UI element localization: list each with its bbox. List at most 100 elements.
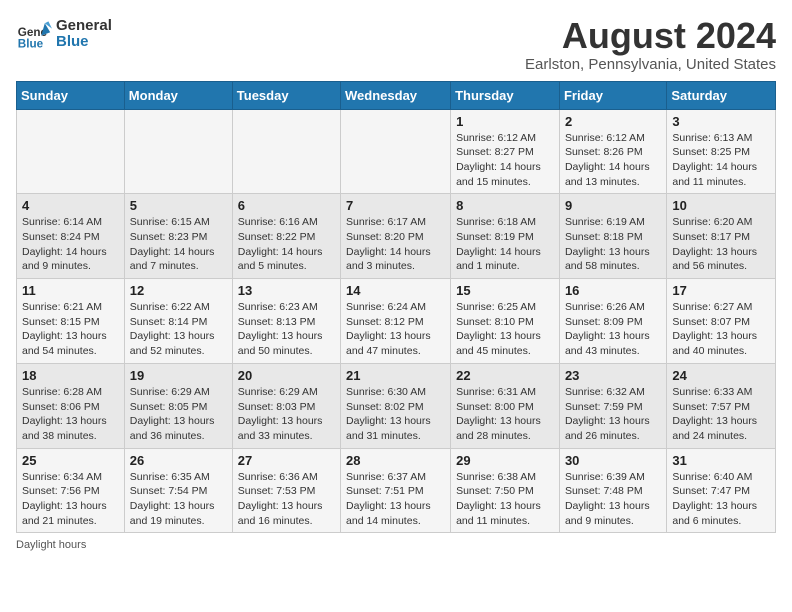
day-number: 27: [238, 453, 335, 468]
calendar-subtitle: Earlston, Pennsylvania, United States: [525, 56, 776, 73]
day-number: 12: [130, 283, 227, 298]
day-detail: Sunrise: 6:39 AM Sunset: 7:48 PM Dayligh…: [565, 470, 661, 529]
day-number: 30: [565, 453, 661, 468]
calendar-cell: 1Sunrise: 6:12 AM Sunset: 8:27 PM Daylig…: [451, 109, 560, 194]
calendar-cell: [232, 109, 340, 194]
day-number: 23: [565, 368, 661, 383]
day-number: 11: [22, 283, 119, 298]
calendar-cell: 18 Sunrise: 6:28 AM Sunset: 8:06 PM Dayli…: [17, 363, 125, 448]
day-number: 6: [238, 198, 335, 213]
calendar-cell: 14 Sunrise: 6:24 AM Sunset: 8:12 PM Dayli…: [341, 279, 451, 364]
day-detail: Sunrise: 6:22 AM Sunset: 8:14 PM Dayligh…: [130, 300, 227, 359]
day-number: 26: [130, 453, 227, 468]
logo-line2: Blue: [56, 34, 112, 51]
calendar-cell: 12 Sunrise: 6:22 AM Sunset: 8:14 PM Dayli…: [124, 279, 232, 364]
day-detail: Sunrise: 6:27 AM Sunset: 8:07 PM Dayligh…: [672, 300, 770, 359]
day-number: 13: [238, 283, 335, 298]
calendar-cell: 26Sunrise: 6:35 AM Sunset: 7:54 PM Dayli…: [124, 448, 232, 533]
day-detail: Sunrise: 6:30 AM Sunset: 8:02 PM Dayligh…: [346, 385, 445, 444]
day-detail: Sunrise: 6:36 AM Sunset: 7:53 PM Dayligh…: [238, 470, 335, 529]
calendar-cell: 4 Sunrise: 6:14 AM Sunset: 8:24 PM Daylig…: [17, 194, 125, 279]
calendar-cell: 6Sunrise: 6:16 AM Sunset: 8:22 PM Daylig…: [232, 194, 340, 279]
day-number: 31: [672, 453, 770, 468]
calendar-cell: 24Sunrise: 6:33 AM Sunset: 7:57 PM Dayli…: [667, 363, 776, 448]
day-number: 25: [22, 453, 119, 468]
calendar-cell: 20Sunrise: 6:29 AM Sunset: 8:03 PM Dayli…: [232, 363, 340, 448]
calendar-cell: 21 Sunrise: 6:30 AM Sunset: 8:02 PM Dayli…: [341, 363, 451, 448]
calendar-cell: 28 Sunrise: 6:37 AM Sunset: 7:51 PM Dayli…: [341, 448, 451, 533]
calendar-cell: 17 Sunrise: 6:27 AM Sunset: 8:07 PM Dayli…: [667, 279, 776, 364]
calendar-table: SundayMondayTuesdayWednesdayThursdayFrid…: [16, 81, 776, 534]
day-number: 19: [130, 368, 227, 383]
weekday-header-sunday: Sunday: [17, 81, 125, 109]
day-detail: Sunrise: 6:34 AM Sunset: 7:56 PM Dayligh…: [22, 470, 119, 529]
day-number: 4: [22, 198, 119, 213]
day-detail: Sunrise: 6:25 AM Sunset: 8:10 PM Dayligh…: [456, 300, 554, 359]
weekday-header-tuesday: Tuesday: [232, 81, 340, 109]
calendar-cell: 19 Sunrise: 6:29 AM Sunset: 8:05 PM Dayli…: [124, 363, 232, 448]
day-number: 7: [346, 198, 445, 213]
svg-text:Blue: Blue: [18, 38, 44, 51]
day-detail: Sunrise: 6:20 AM Sunset: 8:17 PM Dayligh…: [672, 215, 770, 274]
day-number: 15: [456, 283, 554, 298]
day-number: 8: [456, 198, 554, 213]
day-detail: Sunrise: 6:29 AM Sunset: 8:05 PM Dayligh…: [130, 385, 227, 444]
day-number: 20: [238, 368, 335, 383]
day-number: 21: [346, 368, 445, 383]
calendar-cell: 5 Sunrise: 6:15 AM Sunset: 8:23 PM Daylig…: [124, 194, 232, 279]
calendar-cell: [17, 109, 125, 194]
day-number: 10: [672, 198, 770, 213]
day-detail: Sunrise: 6:37 AM Sunset: 7:51 PM Dayligh…: [346, 470, 445, 529]
day-detail: Sunrise: 6:18 AM Sunset: 8:19 PM Dayligh…: [456, 215, 554, 274]
calendar-cell: 23 Sunrise: 6:32 AM Sunset: 7:59 PM Dayli…: [559, 363, 666, 448]
calendar-cell: [341, 109, 451, 194]
day-detail: Sunrise: 6:28 AM Sunset: 8:06 PM Dayligh…: [22, 385, 119, 444]
day-detail: Sunrise: 6:33 AM Sunset: 7:57 PM Dayligh…: [672, 385, 770, 444]
day-number: 18: [22, 368, 119, 383]
logo-line1: General: [56, 18, 112, 35]
calendar-cell: 22Sunrise: 6:31 AM Sunset: 8:00 PM Dayli…: [451, 363, 560, 448]
day-number: 29: [456, 453, 554, 468]
day-number: 3: [672, 114, 770, 129]
day-detail: Sunrise: 6:14 AM Sunset: 8:24 PM Dayligh…: [22, 215, 119, 274]
day-detail: Sunrise: 6:31 AM Sunset: 8:00 PM Dayligh…: [456, 385, 554, 444]
weekday-header-monday: Monday: [124, 81, 232, 109]
calendar-cell: 30 Sunrise: 6:39 AM Sunset: 7:48 PM Dayli…: [559, 448, 666, 533]
calendar-cell: 27 Sunrise: 6:36 AM Sunset: 7:53 PM Dayli…: [232, 448, 340, 533]
calendar-cell: 16 Sunrise: 6:26 AM Sunset: 8:09 PM Dayli…: [559, 279, 666, 364]
day-detail: Sunrise: 6:12 AM Sunset: 8:26 PM Dayligh…: [565, 131, 661, 190]
logo-icon: Gene Blue: [16, 16, 52, 52]
calendar-cell: 29 Sunrise: 6:38 AM Sunset: 7:50 PM Dayli…: [451, 448, 560, 533]
calendar-cell: 15 Sunrise: 6:25 AM Sunset: 8:10 PM Dayli…: [451, 279, 560, 364]
calendar-cell: 2 Sunrise: 6:12 AM Sunset: 8:26 PM Daylig…: [559, 109, 666, 194]
day-detail: Sunrise: 6:19 AM Sunset: 8:18 PM Dayligh…: [565, 215, 661, 274]
day-number: 5: [130, 198, 227, 213]
day-detail: Sunrise: 6:32 AM Sunset: 7:59 PM Dayligh…: [565, 385, 661, 444]
title-area: August 2024 Earlston, Pennsylvania, Unit…: [525, 16, 776, 73]
day-number: 2: [565, 114, 661, 129]
day-number: 9: [565, 198, 661, 213]
day-detail: Sunrise: 6:38 AM Sunset: 7:50 PM Dayligh…: [456, 470, 554, 529]
calendar-cell: 25 Sunrise: 6:34 AM Sunset: 7:56 PM Dayli…: [17, 448, 125, 533]
footer-note: Daylight hours: [16, 539, 776, 551]
day-number: 17: [672, 283, 770, 298]
weekday-header-wednesday: Wednesday: [341, 81, 451, 109]
day-detail: Sunrise: 6:13 AM Sunset: 8:25 PM Dayligh…: [672, 131, 770, 190]
calendar-cell: 7Sunrise: 6:17 AM Sunset: 8:20 PM Daylig…: [341, 194, 451, 279]
calendar-title: August 2024: [525, 16, 776, 56]
weekday-header-friday: Friday: [559, 81, 666, 109]
day-number: 14: [346, 283, 445, 298]
calendar-cell: 13Sunrise: 6:23 AM Sunset: 8:13 PM Dayli…: [232, 279, 340, 364]
calendar-cell: 10 Sunrise: 6:20 AM Sunset: 8:17 PM Dayli…: [667, 194, 776, 279]
calendar-cell: 9 Sunrise: 6:19 AM Sunset: 8:18 PM Daylig…: [559, 194, 666, 279]
weekday-header-saturday: Saturday: [667, 81, 776, 109]
day-detail: Sunrise: 6:26 AM Sunset: 8:09 PM Dayligh…: [565, 300, 661, 359]
day-detail: Sunrise: 6:15 AM Sunset: 8:23 PM Dayligh…: [130, 215, 227, 274]
day-number: 16: [565, 283, 661, 298]
day-detail: Sunrise: 6:21 AM Sunset: 8:15 PM Dayligh…: [22, 300, 119, 359]
weekday-header-thursday: Thursday: [451, 81, 560, 109]
day-detail: Sunrise: 6:40 AM Sunset: 7:47 PM Dayligh…: [672, 470, 770, 529]
day-number: 28: [346, 453, 445, 468]
day-detail: Sunrise: 6:24 AM Sunset: 8:12 PM Dayligh…: [346, 300, 445, 359]
calendar-cell: 3 Sunrise: 6:13 AM Sunset: 8:25 PM Daylig…: [667, 109, 776, 194]
